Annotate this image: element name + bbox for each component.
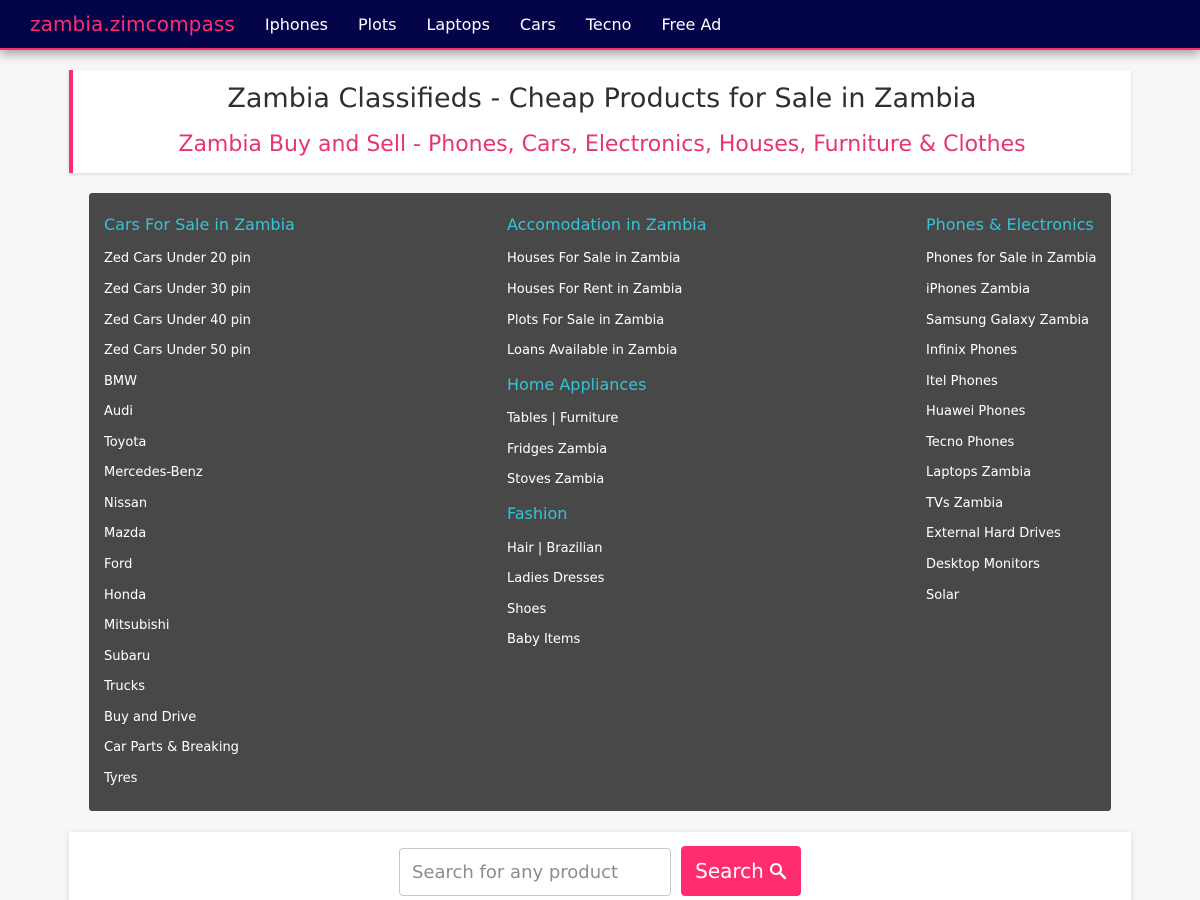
search-button[interactable]: Search <box>681 846 801 896</box>
home-appliances-heading[interactable]: Home Appliances <box>507 375 646 394</box>
category-link[interactable]: Mitsubishi <box>104 618 169 633</box>
category-link[interactable]: Zed Cars Under 20 pin <box>104 251 251 266</box>
category-link[interactable]: Solar <box>926 588 959 603</box>
category-link[interactable]: Loans Available in Zambia <box>507 343 677 358</box>
fashion-heading[interactable]: Fashion <box>507 504 567 523</box>
category-link[interactable]: Nissan <box>104 496 147 511</box>
category-link[interactable]: TVs Zambia <box>926 496 1003 511</box>
category-link[interactable]: External Hard Drives <box>926 526 1061 541</box>
page-title: Zambia Classifieds - Cheap Products for … <box>227 83 977 114</box>
nav-link-laptops[interactable]: Laptops <box>426 15 489 34</box>
category-link[interactable]: Buy and Drive <box>104 710 196 725</box>
search-button-label: Search <box>695 859 764 883</box>
cars-heading[interactable]: Cars For Sale in Zambia <box>104 215 295 234</box>
category-link[interactable]: Phones for Sale in Zambia <box>926 251 1097 266</box>
category-directory: Cars For Sale in Zambia Zed Cars Under 2… <box>89 193 1111 811</box>
category-link[interactable]: Honda <box>104 588 146 603</box>
category-link[interactable]: Desktop Monitors <box>926 557 1040 572</box>
category-link[interactable]: Huawei Phones <box>926 404 1025 419</box>
category-link[interactable]: iPhones Zambia <box>926 282 1030 297</box>
page-header-card: Zambia Classifieds - Cheap Products for … <box>69 70 1131 173</box>
category-link[interactable]: Infinix Phones <box>926 343 1017 358</box>
category-link[interactable]: Mazda <box>104 526 146 541</box>
category-link[interactable]: Audi <box>104 404 133 419</box>
phones-electronics-heading[interactable]: Phones & Electronics <box>926 215 1094 234</box>
category-link[interactable]: Zed Cars Under 50 pin <box>104 343 251 358</box>
nav-link-tecno[interactable]: Tecno <box>586 15 632 34</box>
category-link[interactable]: Car Parts & Breaking <box>104 740 239 755</box>
search-icon <box>769 862 787 880</box>
category-link[interactable]: Mercedes-Benz <box>104 465 203 480</box>
top-navbar: zambia.zimcompass Iphones Plots Laptops … <box>0 0 1200 50</box>
category-link[interactable]: Ford <box>104 557 132 572</box>
category-link[interactable]: Tyres <box>104 771 137 786</box>
category-link[interactable]: Shoes <box>507 602 546 617</box>
accomodation-heading[interactable]: Accomodation in Zambia <box>507 215 707 234</box>
page-subtitle: Zambia Buy and Sell - Phones, Cars, Elec… <box>178 132 1026 157</box>
nav-link-iphones[interactable]: Iphones <box>265 15 328 34</box>
category-link[interactable]: Houses For Sale in Zambia <box>507 251 680 266</box>
category-link[interactable]: Samsung Galaxy Zambia <box>926 313 1089 328</box>
search-input[interactable] <box>399 848 671 896</box>
category-link[interactable]: Laptops Zambia <box>926 465 1031 480</box>
category-link[interactable]: Tables | Furniture <box>507 411 618 426</box>
category-link[interactable]: BMW <box>104 374 137 389</box>
category-link[interactable]: Plots For Sale in Zambia <box>507 313 664 328</box>
category-link[interactable]: Toyota <box>104 435 146 450</box>
category-link[interactable]: Subaru <box>104 649 150 664</box>
nav-link-plots[interactable]: Plots <box>358 15 397 34</box>
nav-link-free-ad[interactable]: Free Ad <box>661 15 721 34</box>
search-bar-card: Search <box>69 832 1131 900</box>
category-link[interactable]: Itel Phones <box>926 374 998 389</box>
category-link[interactable]: Stoves Zambia <box>507 472 604 487</box>
category-link[interactable]: Tecno Phones <box>926 435 1014 450</box>
category-link[interactable]: Hair | Brazilian <box>507 541 602 556</box>
category-link[interactable]: Houses For Rent in Zambia <box>507 282 682 297</box>
category-link[interactable]: Baby Items <box>507 632 580 647</box>
category-link[interactable]: Zed Cars Under 40 pin <box>104 313 251 328</box>
category-link[interactable]: Trucks <box>104 679 145 694</box>
category-link[interactable]: Ladies Dresses <box>507 571 604 586</box>
brand-logo-link[interactable]: zambia.zimcompass <box>30 12 235 36</box>
category-link[interactable]: Fridges Zambia <box>507 442 607 457</box>
nav-link-cars[interactable]: Cars <box>520 15 556 34</box>
category-link[interactable]: Zed Cars Under 30 pin <box>104 282 251 297</box>
